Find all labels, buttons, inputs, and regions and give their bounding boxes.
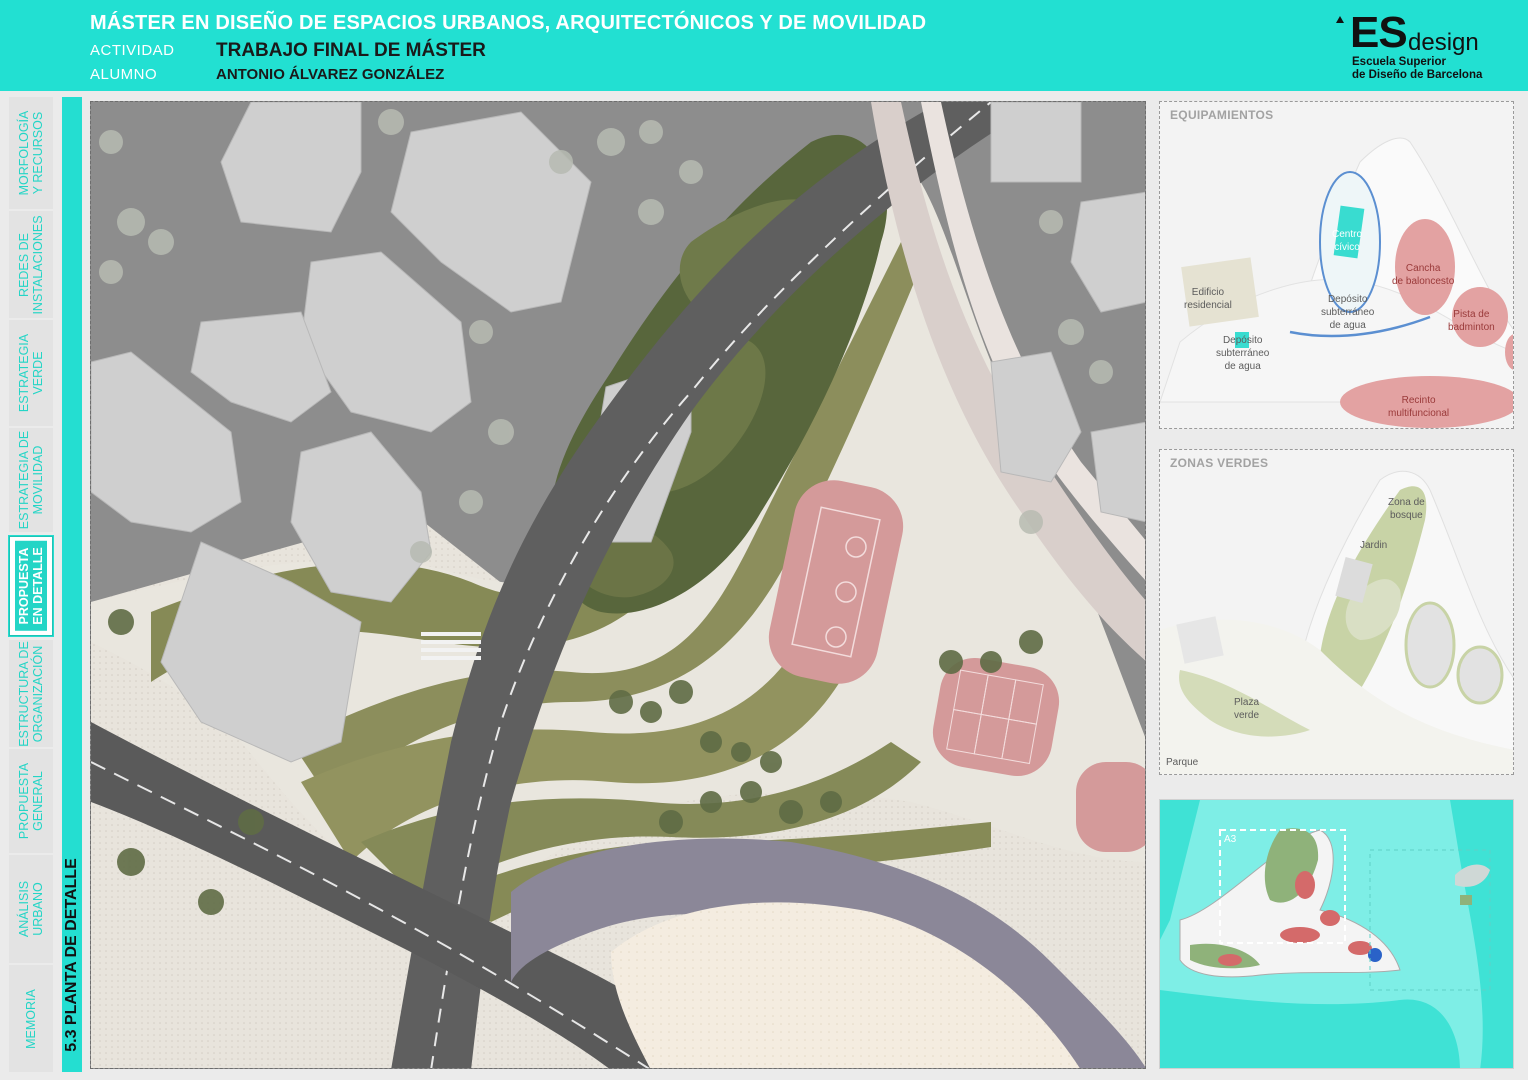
activity-label: ACTIVIDAD (90, 42, 175, 59)
header-banner: MÁSTER EN DISEÑO DE ESPACIOS URBANOS, AR… (0, 0, 1528, 91)
label-deposito-2: Depósito subterráneo de agua (1216, 335, 1270, 372)
activity-value: TRABAJO FINAL DE MÁSTER (216, 40, 486, 61)
equipamientos-diagram (1160, 137, 1513, 428)
label-recinto: Recinto multifuncional (1388, 395, 1450, 419)
location-map (1160, 800, 1513, 1068)
third-court (1076, 762, 1145, 852)
label-zona-bosque: Zona de bosque (1388, 497, 1425, 521)
tab-label: ESTRATEGIA DE MOVILIDAD (17, 430, 45, 530)
esdesign-logo: ES design Escuela Superior de Diseño de … (1334, 8, 1514, 88)
zonas-verdes-diagram (1160, 470, 1513, 774)
label-pista: Pista de badminton (1448, 309, 1495, 333)
tab-label: PROPUESTA GENERAL (17, 762, 45, 840)
logo-line-1: Escuela Superior (1352, 56, 1446, 68)
tab-morfologia[interactable]: MORFOLOGÍA Y RECURSOS (9, 97, 53, 209)
tab-memoria[interactable]: MEMORIA (9, 965, 53, 1072)
tab-propuesta-general[interactable]: PROPUESTA GENERAL (9, 749, 53, 853)
tab-analisis[interactable]: ANÁLISIS URBANO (9, 855, 53, 963)
tab-label: ANÁLISIS URBANO (17, 880, 45, 938)
logo-design: design (1408, 29, 1479, 56)
student-value: ANTONIO ÁLVAREZ GONZÁLEZ (216, 66, 445, 83)
tab-label: ESTRUCTURA DE ORGANIZACIÓN (17, 640, 45, 747)
zonas-verdes-panel: ZONAS VERDES Zona de bosque Jardin Plaza… (1159, 449, 1514, 775)
detail-plan (90, 101, 1146, 1069)
tab-label: REDES DE INSTALACIONES (17, 214, 45, 315)
master-title: MÁSTER EN DISEÑO DE ESPACIOS URBANOS, AR… (90, 12, 927, 34)
label-plaza-verde: Plaza verde (1234, 697, 1260, 721)
plan-drawing (91, 102, 1145, 1068)
label-jardin: Jardin (1360, 540, 1388, 551)
tab-propuesta-detalle[interactable]: PROPUESTA EN DETALLE (9, 536, 53, 636)
tab-estrategia-movilidad[interactable]: ESTRATEGIA DE MOVILIDAD (9, 428, 53, 532)
building (220, 102, 362, 233)
label-parque: Parque (1166, 757, 1199, 768)
tab-label: PROPUESTA EN DETALLE (15, 541, 47, 631)
label-centro-civico: Centro cívico (1332, 229, 1363, 253)
logo-es: ES (1350, 8, 1408, 57)
a3-label: A3 (1224, 834, 1237, 845)
logo-line-2: de Diseño de Barcelona (1352, 69, 1483, 81)
section-title-text: 5.3 PLANTA DE DETALLE (63, 858, 80, 1052)
tab-label: MORFOLOGÍA Y RECURSOS (17, 110, 45, 196)
building (990, 102, 1082, 183)
tab-estrategia-verde[interactable]: ESTRATEGIA VERDE (9, 320, 53, 426)
label-cancha: Cancha de baloncesto (1392, 263, 1455, 287)
tab-label: ESTRATEGIA VERDE (17, 333, 45, 413)
location-map-panel: A3 (1159, 799, 1514, 1069)
section-tabs: MORFOLOGÍA Y RECURSOS REDES DE INSTALACI… (9, 97, 53, 1072)
tab-redes[interactable]: REDES DE INSTALACIONES (9, 211, 53, 318)
label-edificio: Edificio residencial (1184, 287, 1232, 311)
equipamientos-panel: EQUIPAMIENTOS Centro cívico Cancha de ba… (1159, 101, 1514, 429)
student-label: ALUMNO (90, 66, 158, 83)
label-deposito-1: Depósito subterráneo de agua (1321, 294, 1375, 331)
tab-estructura[interactable]: ESTRUCTURA DE ORGANIZACIÓN (9, 640, 53, 747)
tab-label: MEMORIA (24, 988, 38, 1049)
section-title: 5.3 PLANTA DE DETALLE (63, 840, 81, 1070)
logo-triangle-icon (1336, 16, 1344, 23)
